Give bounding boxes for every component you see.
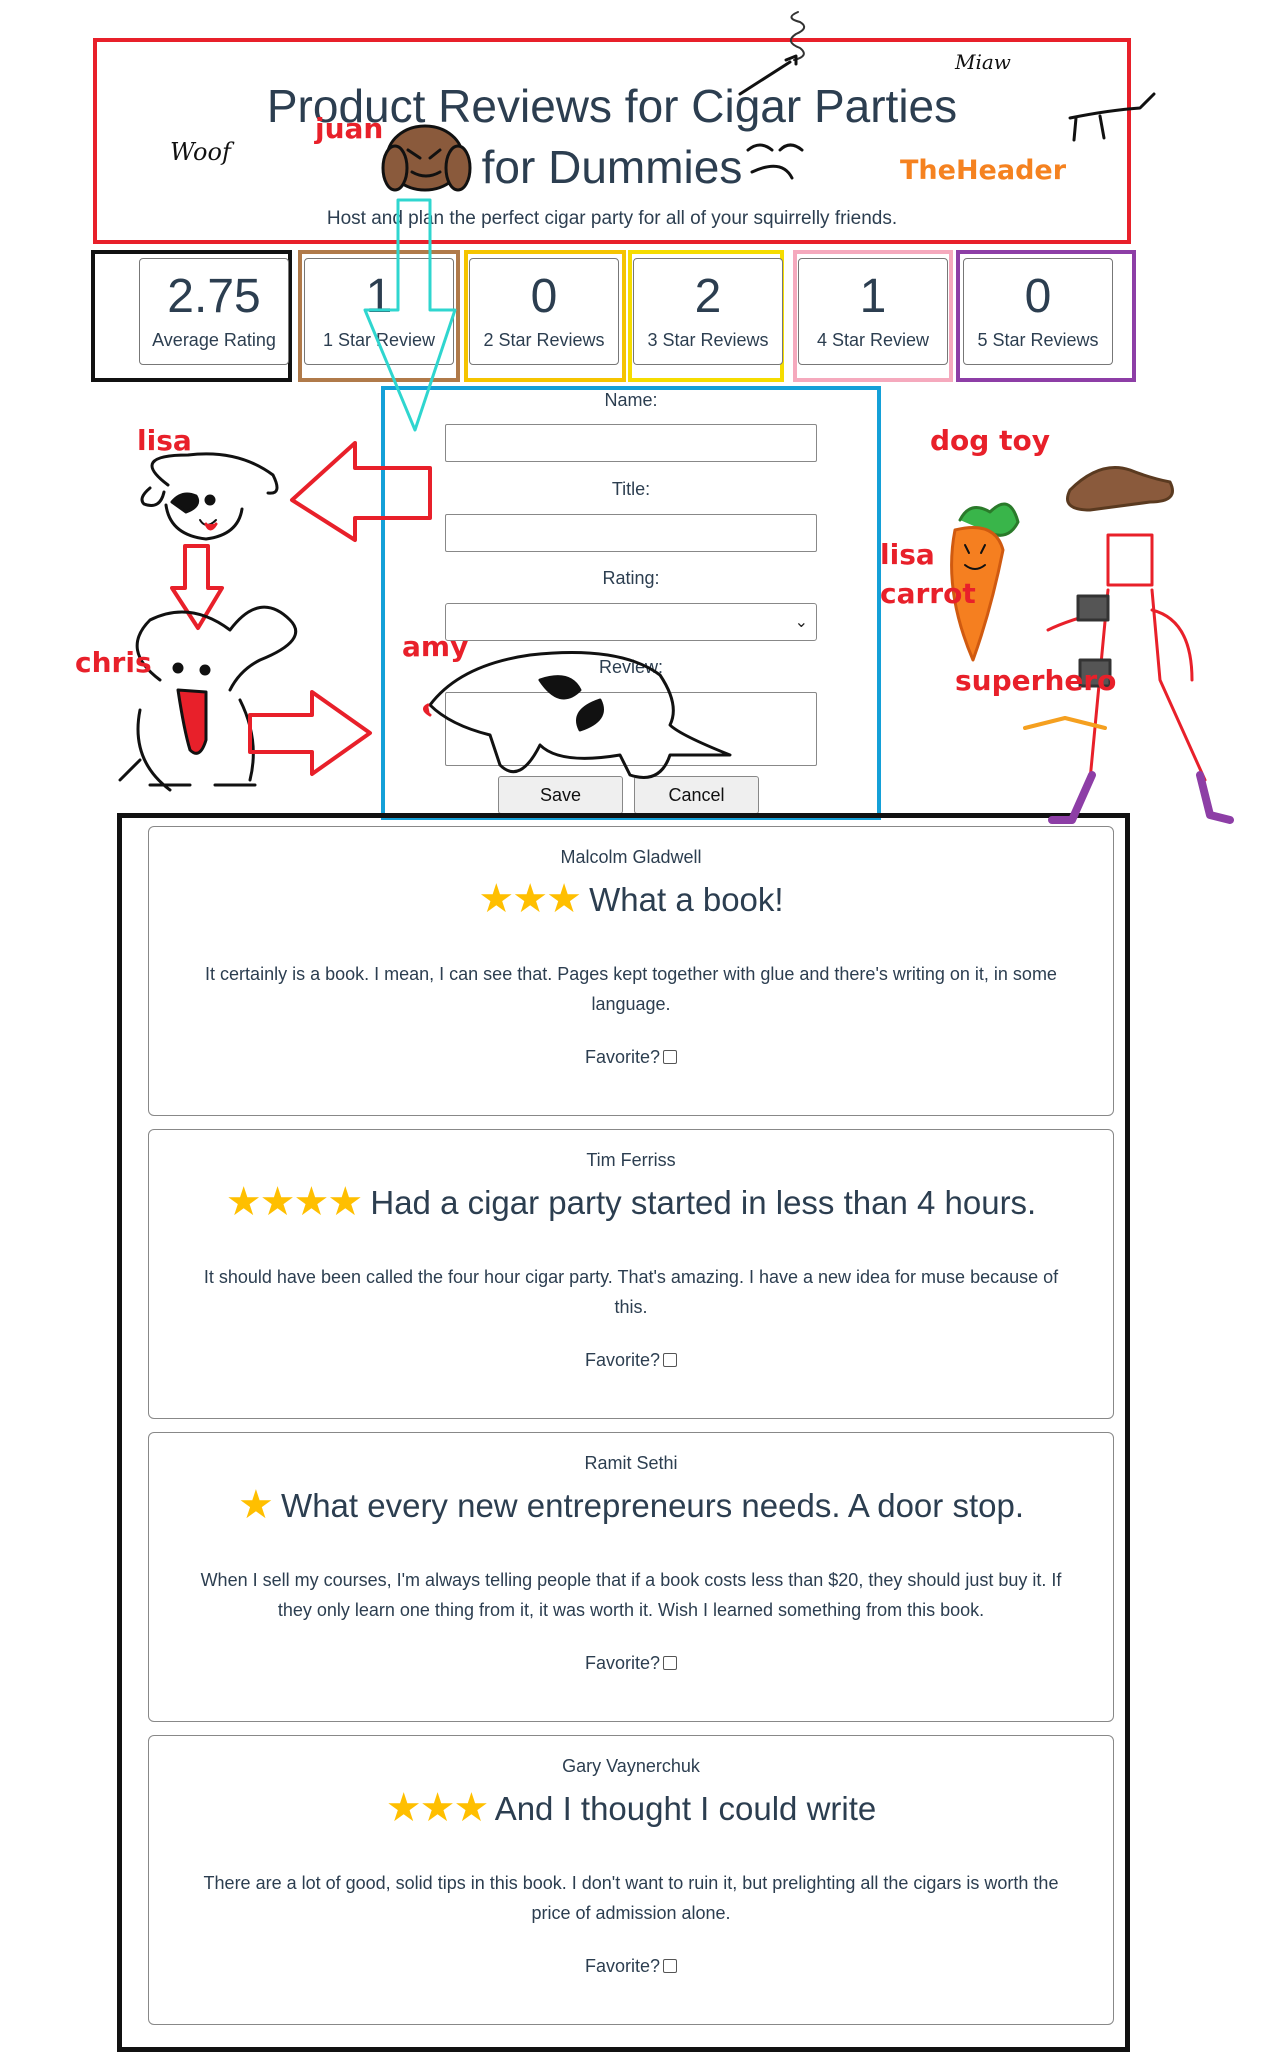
stat-label: 3 Star Reviews [647,330,769,350]
review-body: It should have been called the four hour… [203,1267,1059,1317]
favorite-row: Favorite? [149,1350,1113,1371]
stat-label: Average Rating [152,330,276,350]
lisa-dog-doodle [140,452,279,541]
favorite-checkbox[interactable] [663,1050,678,1064]
superhero-label: superhero [955,664,1117,697]
favorite-checkbox[interactable] [663,1959,678,1973]
review-body: It certainly is a book. I mean, I can se… [205,964,1057,1014]
stat-1-star: 1 1 Star Review [304,258,454,365]
title-input[interactable] [445,514,817,552]
review-textarea[interactable] [445,692,817,766]
review-body: There are a lot of good, solid tips in t… [203,1873,1059,1923]
chris-dog-doodle [118,605,298,792]
name-input[interactable] [445,424,817,462]
page-title: Product Reviews for Cigar Parties for Du… [266,80,958,193]
stat-label: 5 Star Reviews [977,330,1099,350]
favorite-label: Favorite? [584,1956,661,1976]
star-rating-icon: ★★★ [478,877,582,921]
star-rating-icon: ★ [238,1483,274,1527]
favorite-checkbox[interactable] [663,1656,678,1670]
star-rating-icon: ★★★ [385,1786,490,1830]
review-label: Review: [598,657,664,677]
review-heading: ★ What every new entrepreneurs needs. A … [149,1483,1113,1528]
stat-3-star: 2 3 Star Reviews [633,258,783,365]
review-heading: ★★★★ Had a cigar party started in less t… [149,1180,1113,1225]
review-heading: ★★★ And I thought I could write [149,1786,1113,1831]
review-form: Name: Title: Rating: ⌄ Review: Save Canc… [381,386,881,820]
stat-value: 1 [859,270,887,323]
review-card: Ramit Sethi ★ What every new entrepreneu… [148,1432,1114,1722]
review-title: And I thought I could write [494,1790,877,1827]
favorite-row: Favorite? [149,1653,1113,1674]
stat-value: 2.75 [167,270,261,323]
stat-label: 2 Star Reviews [483,330,605,350]
favorite-checkbox[interactable] [663,1353,678,1367]
review-author: Gary Vaynerchuk [562,1756,700,1776]
stat-value: 0 [530,270,558,323]
lisa-carrot-label-2: carrot [880,577,976,610]
favorite-row: Favorite? [149,1956,1113,1977]
page-subtitle: Host and plan the perfect cigar party fo… [326,208,898,229]
review-card: Tim Ferriss ★★★★ Had a cigar party start… [148,1129,1114,1419]
chris-label: chris [75,646,152,679]
carrot-doodle [950,502,1020,662]
red-arrow-down [170,544,224,630]
chevron-down-icon: ⌄ [794,614,808,631]
review-card: Gary Vaynerchuk ★★★ And I thought I coul… [148,1735,1114,2025]
review-title: What a book! [589,881,784,918]
stat-2-star: 0 2 Star Reviews [469,258,619,365]
favorite-label: Favorite? [584,1047,661,1067]
review-author: Malcolm Gladwell [560,847,702,867]
review-heading: ★★★ What a book! [149,877,1113,922]
stat-value: 1 [365,270,393,323]
review-author: Ramit Sethi [584,1453,678,1473]
favorite-label: Favorite? [584,1653,661,1673]
red-arrow-right [248,690,372,776]
review-list: Malcolm Gladwell ★★★ What a book! It cer… [117,813,1130,2052]
star-rating-icon: ★★★★ [225,1180,363,1224]
cancel-button[interactable]: Cancel [634,776,759,814]
name-label: Name: [604,390,658,410]
favorite-label: Favorite? [584,1350,661,1370]
review-title: Had a cigar party started in less than 4… [370,1184,1037,1221]
stat-value: 0 [1024,270,1052,323]
rating-select[interactable]: ⌄ [445,603,817,641]
rating-label: Rating: [602,568,660,588]
lisa-label: lisa [137,424,192,457]
stat-label: 4 Star Review [816,330,930,350]
review-author: Tim Ferriss [586,1150,676,1170]
stat-5-star: 0 5 Star Reviews [963,258,1113,365]
page-header: Product Reviews for Cigar Parties for Du… [93,38,1131,244]
dog-toy-label: dog toy [930,424,1050,457]
review-title: What every new entrepreneurs needs. A do… [281,1487,1024,1524]
stat-average-rating: 2.75 Average Rating [139,258,289,365]
lisa-carrot-label-1: lisa [880,538,935,571]
review-body: When I sell my courses, I'm always telli… [200,1570,1062,1620]
save-button[interactable]: Save [498,776,623,814]
stat-value: 2 [694,270,722,323]
favorite-row: Favorite? [149,1047,1113,1068]
review-card: Malcolm Gladwell ★★★ What a book! It cer… [148,826,1114,1116]
superhero-doodle [1023,466,1234,824]
title-label: Title: [611,479,651,499]
stat-label: 1 Star Review [322,330,436,350]
stat-4-star: 1 4 Star Review [798,258,948,365]
